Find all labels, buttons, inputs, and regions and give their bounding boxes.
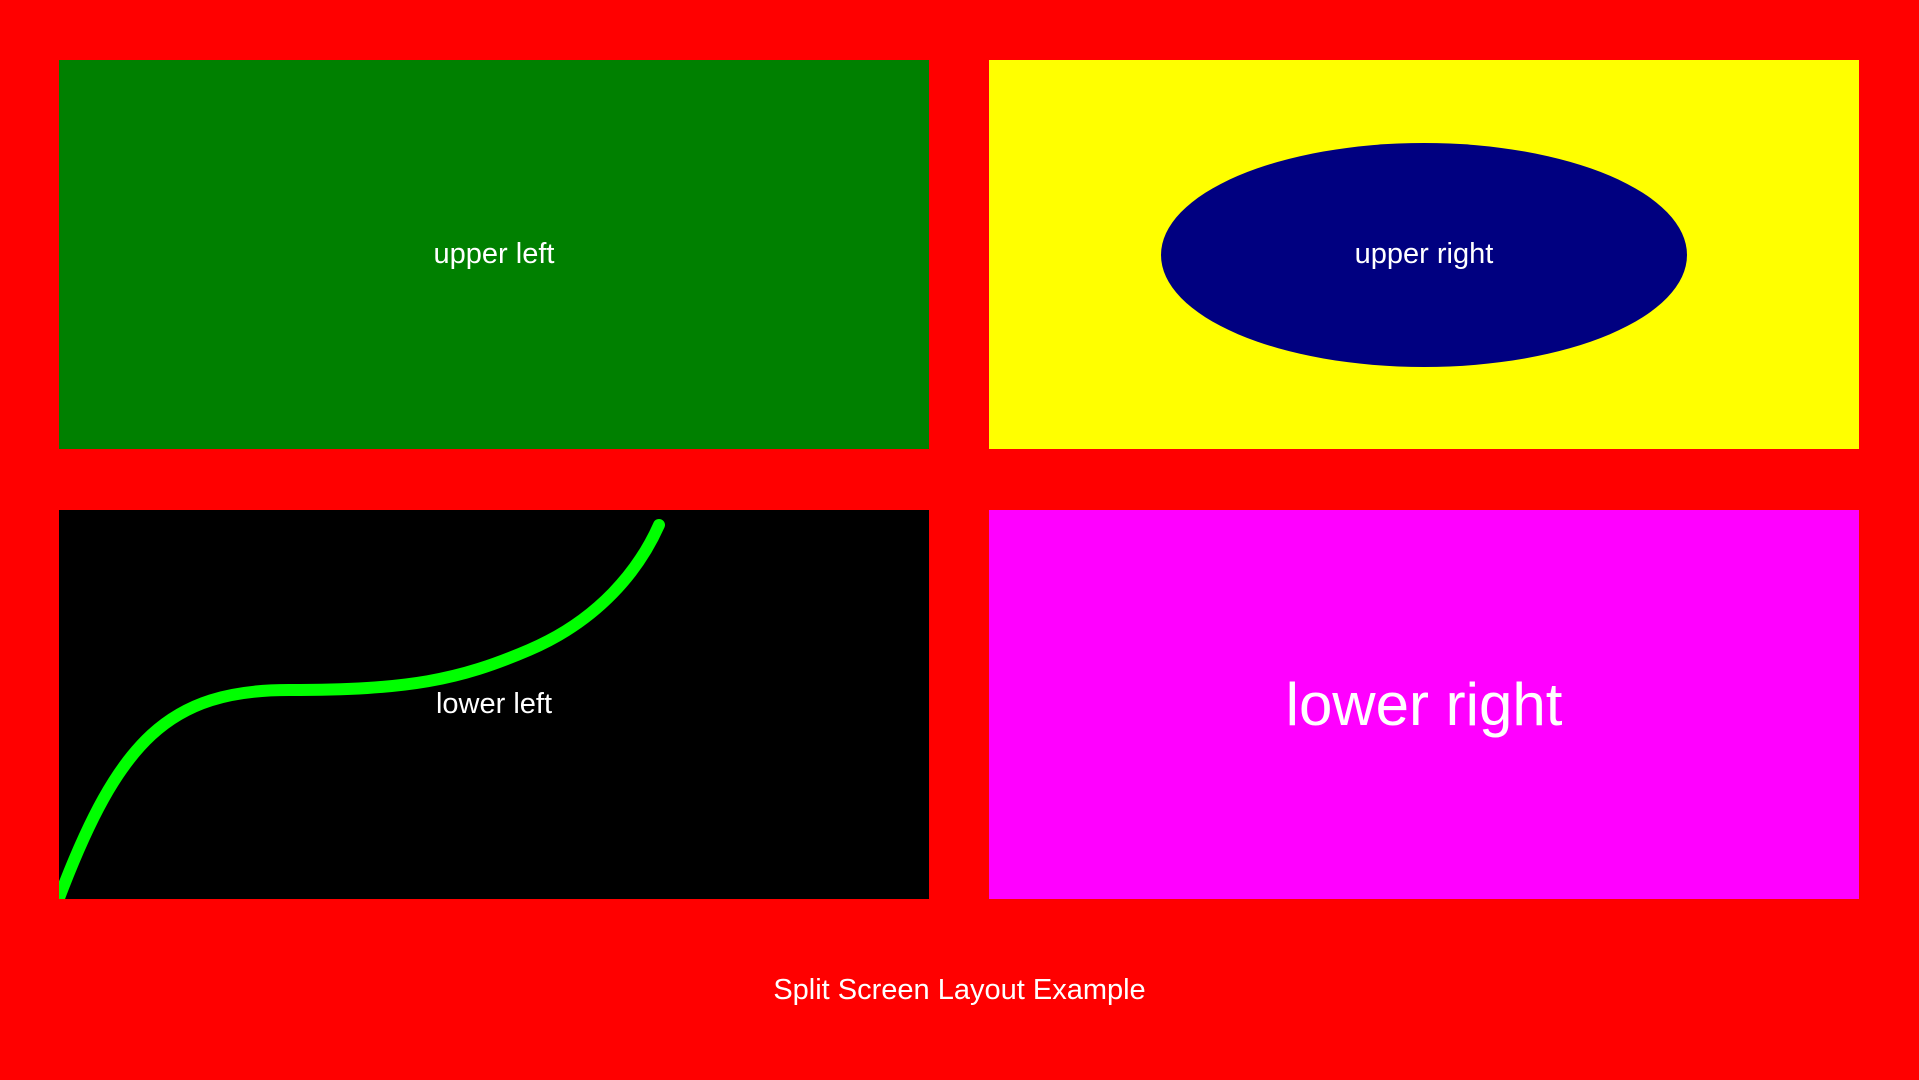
panel-upper-right: upper right	[989, 60, 1859, 449]
panel-upper-left-label: upper left	[433, 238, 555, 270]
panel-lower-left-label: lower left	[435, 688, 553, 720]
panel-lower-right-label: lower right	[1285, 671, 1563, 738]
panel-upper-left: upper left	[59, 60, 929, 449]
panel-lower-left: lower left	[59, 510, 929, 899]
green-curve-path	[59, 519, 665, 899]
panel-upper-right-label: upper right	[1354, 238, 1494, 270]
panel-lower-right: lower right	[989, 510, 1859, 899]
footer-title: Split Screen Layout Example	[773, 974, 1146, 1006]
